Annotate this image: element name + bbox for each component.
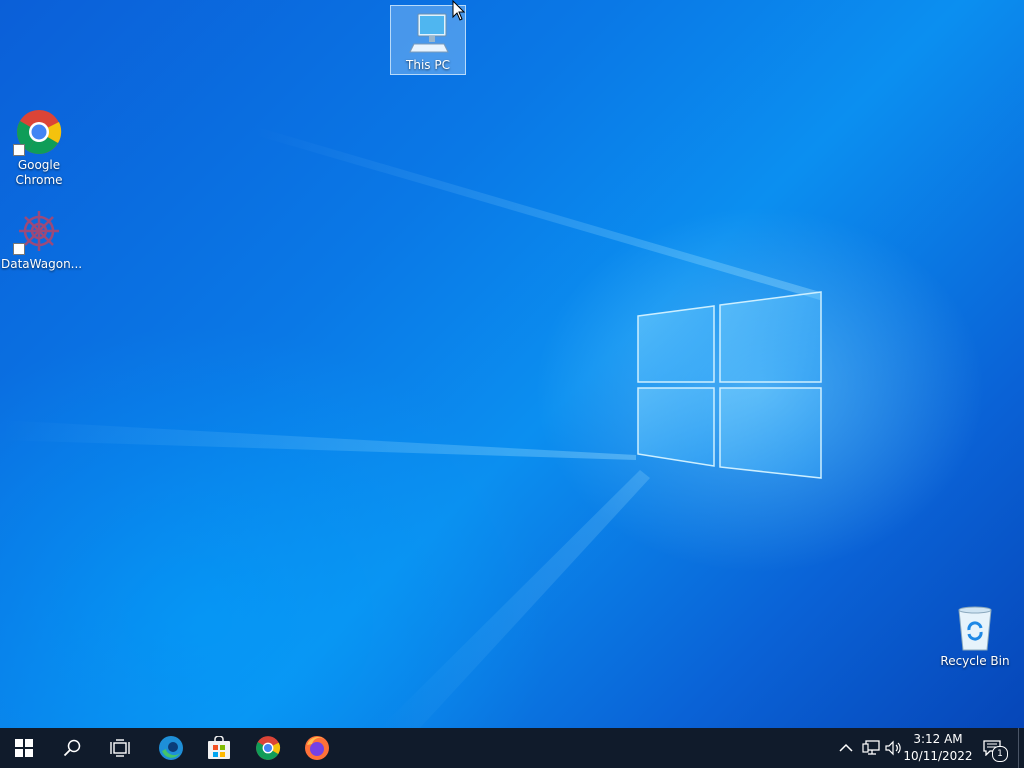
show-desktop-button[interactable] [1018, 728, 1024, 768]
clock[interactable]: 3:12 AM 10/11/2022 [902, 731, 974, 765]
desktop-icon-label: DataWagon... [1, 257, 83, 271]
desktop-icon-datawagon[interactable]: DataWagon... [1, 203, 83, 273]
chevron-up-icon [839, 743, 853, 752]
wallpaper-light-beams [0, 128, 820, 728]
taskbar-chrome-button[interactable] [244, 728, 292, 768]
start-button[interactable] [0, 728, 48, 768]
windows-logo-wallpaper [637, 291, 822, 479]
task-view-icon [110, 739, 130, 757]
taskbar-firefox-button[interactable] [293, 728, 341, 768]
search-icon [63, 739, 81, 757]
clock-date: 10/11/2022 [903, 749, 973, 763]
task-view-button[interactable] [96, 728, 144, 768]
chrome-icon [256, 736, 281, 760]
windows-start-icon [15, 739, 33, 757]
desktop-icon-recycle-bin[interactable]: Recycle Bin [937, 600, 1013, 670]
taskbar-store-button[interactable] [195, 728, 243, 768]
shortcut-arrow-icon [13, 243, 25, 255]
notification-count-badge: 1 [992, 746, 1008, 762]
shortcut-arrow-icon [13, 144, 25, 156]
recycle-bin-icon [951, 604, 999, 652]
datawagon-icon [13, 207, 63, 255]
firefox-icon [305, 736, 329, 760]
this-pc-icon [404, 10, 452, 56]
desktop: This PC Google Chrome DataWagon... Recyc… [0, 0, 1024, 728]
desktop-icon-label: Recycle Bin [940, 654, 1010, 668]
network-button[interactable] [860, 728, 882, 768]
show-hidden-icons-button[interactable] [836, 728, 856, 768]
taskbar: 3:12 AM 10/11/2022 [0, 728, 1024, 768]
mouse-cursor-icon [452, 0, 466, 21]
taskbar-edge-button[interactable] [147, 728, 195, 768]
desktop-icon-google-chrome[interactable]: Google Chrome [1, 104, 77, 188]
desktop-icon-label: Google Chrome [15, 158, 63, 187]
desktop-icon-label: This PC [406, 58, 450, 72]
network-icon [862, 740, 880, 755]
chrome-icon [13, 108, 63, 156]
search-button[interactable] [48, 728, 96, 768]
edge-icon [159, 736, 183, 760]
volume-icon [885, 740, 901, 756]
clock-time: 3:12 AM [913, 732, 963, 746]
volume-button[interactable] [884, 728, 904, 768]
microsoft-store-icon [208, 736, 230, 759]
